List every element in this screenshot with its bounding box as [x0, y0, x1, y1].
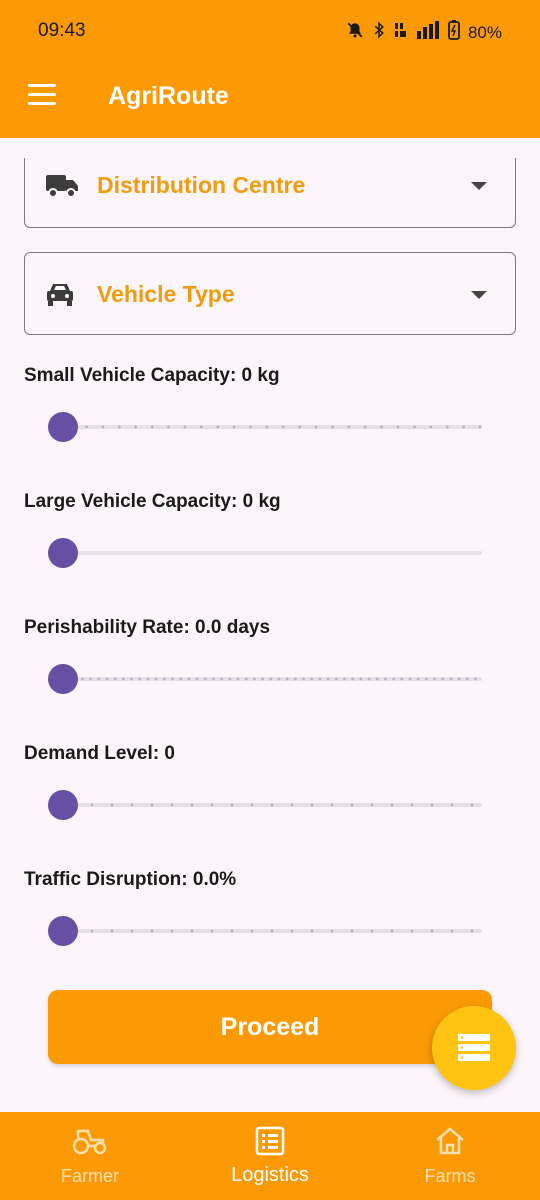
- status-bar: 09:43 80%: [0, 0, 540, 60]
- perishability-rate-label: Perishability Rate: 0.0 days: [24, 617, 271, 638]
- battery-icon: [448, 20, 460, 45]
- slider-track: [62, 425, 482, 429]
- app-title: AgriRoute: [108, 82, 229, 110]
- signal-icon: [416, 21, 440, 44]
- list-fab-button[interactable]: [432, 1006, 516, 1090]
- truck-icon: [45, 172, 78, 200]
- large-vehicle-capacity-slider[interactable]: [48, 537, 482, 569]
- nav-item-farms[interactable]: Farms: [360, 1112, 540, 1200]
- nav-label-farmer: Farmer: [61, 1166, 119, 1186]
- slider-thumb[interactable]: [48, 412, 78, 442]
- battery-level: 80%: [467, 22, 502, 42]
- distribution-centre-dropdown[interactable]: Distribution Centre: [24, 158, 516, 228]
- traffic-disruption-slider[interactable]: [48, 915, 482, 947]
- perishability-rate-slider[interactable]: [48, 663, 482, 695]
- slider-thumb[interactable]: [48, 916, 78, 946]
- list-icon: [252, 1126, 288, 1158]
- nav-label-farms: Farms: [424, 1166, 476, 1186]
- slider-track: [62, 551, 482, 555]
- small-vehicle-capacity-label: Small Vehicle Capacity: 0 kg: [24, 365, 280, 386]
- status-icons: 80%: [346, 20, 502, 45]
- bluetooth-icon: [372, 21, 386, 44]
- tractor-icon: [72, 1126, 108, 1158]
- distribution-centre-label: Distribution Centre: [97, 172, 306, 198]
- demand-level-slider[interactable]: [48, 789, 482, 821]
- car-icon: [45, 281, 77, 309]
- chevron-down-icon: [471, 182, 487, 190]
- list-icon: [458, 1034, 490, 1067]
- nav-item-farmer[interactable]: Farmer: [0, 1112, 180, 1200]
- slider-track: [62, 677, 482, 681]
- large-vehicle-capacity-label: Large Vehicle Capacity: 0 kg: [24, 491, 281, 512]
- proceed-button[interactable]: Proceed: [48, 990, 492, 1064]
- vehicle-type-dropdown[interactable]: Vehicle Type: [24, 252, 516, 335]
- demand-level-label: Demand Level: 0: [24, 743, 175, 764]
- small-vehicle-capacity-slider[interactable]: [48, 411, 482, 443]
- mute-icon: [346, 21, 364, 44]
- slider-thumb[interactable]: [48, 790, 78, 820]
- home-icon: [432, 1126, 468, 1158]
- volte-icon: [394, 21, 408, 44]
- status-time: 09:43: [38, 20, 86, 41]
- slider-thumb[interactable]: [48, 664, 78, 694]
- slider-thumb[interactable]: [48, 538, 78, 568]
- chevron-down-icon: [471, 291, 487, 299]
- nav-label-logistics: Logistics: [231, 1164, 309, 1186]
- bottom-navigation: Farmer Logistics Farms: [0, 1112, 540, 1200]
- traffic-disruption-label: Traffic Disruption: 0.0%: [24, 869, 237, 890]
- slider-track: [62, 803, 482, 807]
- slider-track: [62, 929, 482, 933]
- nav-item-logistics[interactable]: Logistics: [180, 1112, 360, 1200]
- vehicle-type-label: Vehicle Type: [97, 281, 235, 307]
- menu-icon[interactable]: [28, 84, 56, 106]
- app-bar: AgriRoute: [0, 60, 540, 138]
